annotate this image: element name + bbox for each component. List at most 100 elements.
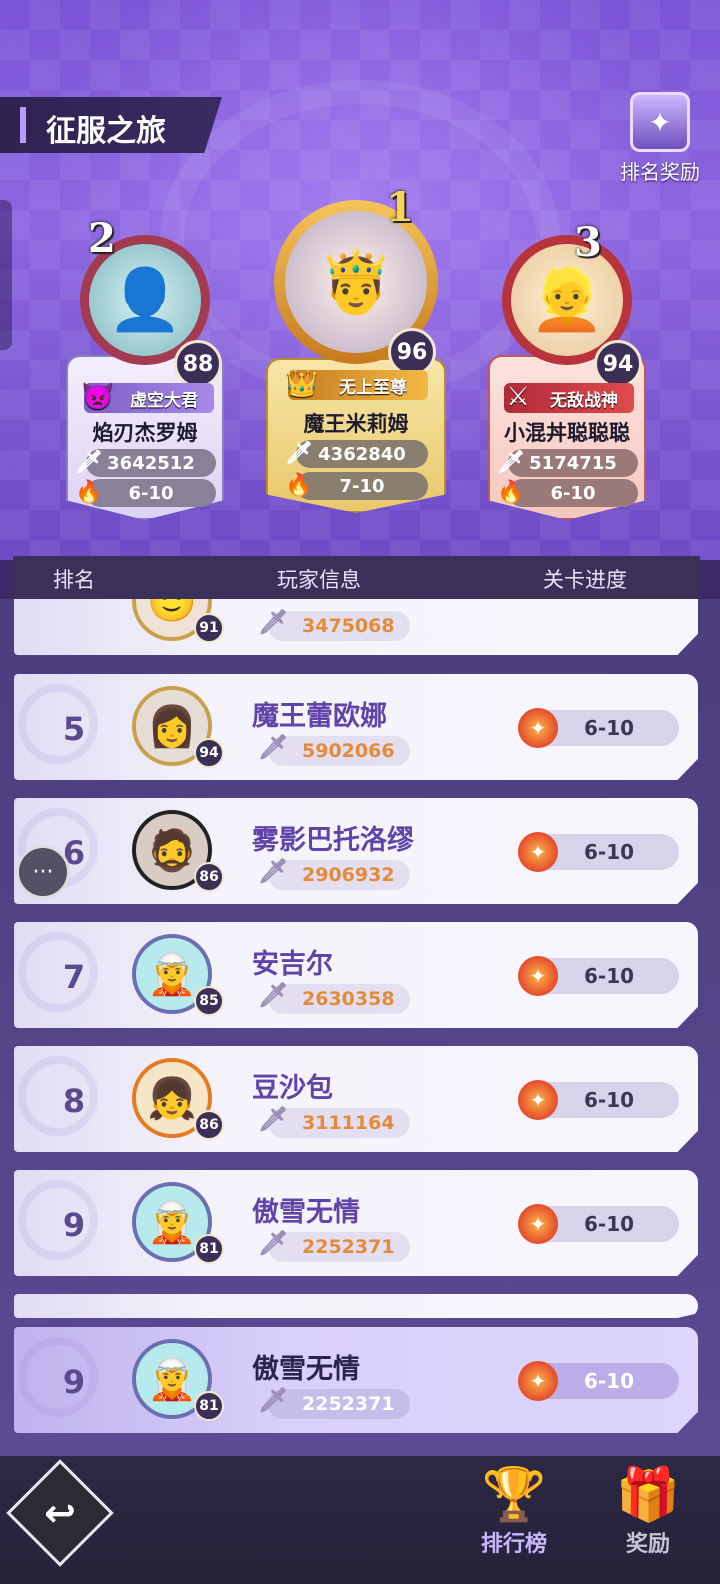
chat-icon[interactable]: ···: [16, 845, 70, 899]
level-badge: 81: [194, 1234, 224, 1264]
tab-rewards[interactable]: 🎁 奖励: [600, 1464, 696, 1558]
stage-value: 6-10: [584, 840, 635, 864]
stage-medal-icon: 🔥: [497, 479, 525, 505]
stage-pill: ✦ 6-10: [518, 1204, 679, 1244]
stage-medal-icon: ✦: [518, 1204, 558, 1244]
header-rank: 排名: [53, 568, 95, 592]
stage-value: 6-10: [550, 482, 596, 504]
sword-icon: 🗡: [75, 449, 103, 475]
rank-number: 7: [62, 958, 86, 996]
table-row[interactable]: 6 🧔 86 雾影巴托洛缪 🗡 2906932 ✦ 6-10: [14, 798, 698, 904]
my-rank-row[interactable]: 9 🧝 81 傲雪无情 🗡 2252371 ✦ 6-10: [14, 1327, 698, 1433]
player-name: 魔王米莉姆: [303, 412, 409, 436]
rank-reward-label: 排名奖励: [620, 160, 700, 184]
page-title: 征服之旅: [46, 114, 166, 149]
sword-icon: 🗡: [258, 1229, 289, 1257]
stage-pill: 🔥 6-10: [75, 479, 216, 507]
player-name: 魔王蕾欧娜: [252, 701, 387, 732]
table-row[interactable]: [14, 1294, 698, 1318]
level-badge: 88: [174, 340, 222, 388]
power-value: 5174715: [529, 452, 617, 474]
rank-number: 3: [574, 219, 602, 266]
trophy-icon: 🏆: [481, 1465, 547, 1525]
power-value: 2252371: [302, 1393, 395, 1415]
stage-value: 6-10: [584, 1369, 635, 1393]
header-player: 玩家信息: [277, 568, 361, 592]
table-row[interactable]: 7 🧝 85 安吉尔 🗡 2630358 ✦ 6-10: [14, 922, 698, 1028]
level-badge: 85: [194, 986, 224, 1016]
sword-icon: 🗡: [258, 733, 289, 761]
podium-first[interactable]: 🤴 1 96 👑 无上至尊 魔王米莉姆 🗡 4362840 🔥 7-10: [266, 168, 446, 513]
stage-pill: ✦ 6-10: [518, 832, 679, 872]
title-badge: ⚔ 无敌战神: [504, 382, 634, 413]
power-value: 2630358: [302, 988, 395, 1010]
stage-value: 6-10: [584, 964, 635, 988]
avatar: 👱: [511, 244, 623, 356]
stage-medal-icon: ✦: [518, 1361, 558, 1401]
stage-pill: ✦ 6-10: [518, 1080, 679, 1120]
stage-medal-icon: ✦: [518, 832, 558, 872]
sword-icon: 🗡: [497, 449, 525, 475]
level-badge: 94: [594, 340, 642, 388]
tab-leaderboard[interactable]: 🏆 排行榜: [466, 1464, 562, 1558]
table-row[interactable]: 9 🧝 81 傲雪无情 🗡 2252371 ✦ 6-10: [14, 1170, 698, 1276]
stage-pill: ✦ 6-10: [518, 708, 679, 748]
power-value: 2252371: [302, 1236, 395, 1258]
helmet-crest-icon: ⚔: [506, 382, 530, 412]
sword-icon: 🗡: [258, 981, 289, 1009]
power-value: 2906932: [302, 864, 395, 886]
title-text: 无上至尊: [339, 377, 407, 398]
title-text: 无敌战神: [550, 390, 618, 411]
stage-medal-icon: ✦: [518, 708, 558, 748]
table-row[interactable]: 🙂 91 🗡 3475068: [14, 599, 698, 655]
player-name: 豆沙包: [252, 1073, 333, 1104]
demon-crest-icon: 👿: [81, 382, 115, 412]
table-row[interactable]: 8 👧 86 豆沙包 🗡 3111164 ✦ 6-10: [14, 1046, 698, 1152]
power-pill: 🗡 3111164: [258, 1105, 410, 1138]
table-row[interactable]: 5 👩 94 魔王蕾欧娜 🗡 5902066 ✦ 6-10: [14, 674, 698, 780]
side-tab[interactable]: [0, 200, 12, 350]
stage-value: 6-10: [584, 1212, 635, 1236]
crown-crest-icon: 👑: [285, 369, 319, 399]
player-name: 雾影巴托洛缪: [252, 825, 414, 856]
power-pill: 🗡 4362840: [285, 440, 428, 468]
rank-number: 2: [88, 215, 116, 262]
sword-icon: 🗡: [285, 440, 313, 466]
stage-value: 6-10: [128, 482, 174, 504]
power-pill: 🗡 3475068: [258, 608, 410, 641]
header-progress: 关卡进度: [543, 568, 627, 592]
power-pill: 🗡 3642512: [75, 449, 216, 477]
table-header: 排名 玩家信息 关卡进度: [13, 556, 700, 599]
back-arrow-icon: ↩: [44, 1491, 76, 1535]
power-pill: 🗡 5174715: [497, 449, 638, 477]
tab-leaderboard-label: 排行榜: [480, 1532, 547, 1557]
stage-value: 6-10: [584, 1088, 635, 1112]
level-badge: 94: [194, 738, 224, 768]
power-value: 4362840: [318, 443, 406, 465]
stage-medal-icon: 🔥: [75, 479, 103, 505]
sword-icon: 🗡: [258, 608, 289, 636]
power-value: 5902066: [302, 740, 395, 762]
title-accent-bar: [20, 107, 26, 143]
title-badge: 👑 无上至尊: [286, 369, 428, 400]
power-pill: 🗡 2630358: [258, 981, 410, 1014]
rank-number: 5: [62, 710, 86, 748]
player-name: 小混丼聪聪聪: [504, 421, 630, 445]
podium-third[interactable]: 👱 3 94 ⚔ 无敌战神 小混丼聪聪聪 🗡 5174715 🔥 6-10: [488, 205, 646, 520]
power-pill: 🗡 2906932: [258, 857, 410, 890]
sword-icon: 🗡: [258, 1386, 289, 1414]
player-name: 傲雪无情: [252, 1197, 360, 1228]
rank-reward-button[interactable]: ✦ 排名奖励: [612, 92, 708, 192]
rank-number: 1: [386, 184, 414, 231]
power-value: 3475068: [302, 615, 395, 637]
level-badge: 91: [194, 613, 224, 643]
power-value: 3111164: [302, 1112, 395, 1134]
stage-value: 7-10: [339, 475, 385, 497]
podium-second[interactable]: 👤 2 88 👿 虚空大君 焰刃杰罗姆 🗡 3642512 🔥 6-10: [66, 205, 224, 520]
stage-pill: 🔥 6-10: [497, 479, 638, 507]
stage-medal-icon: ✦: [518, 956, 558, 996]
trophy-shield-icon: ✦: [630, 92, 690, 152]
tab-rewards-label: 奖励: [625, 1532, 670, 1557]
power-pill: 🗡 2252371: [258, 1229, 410, 1262]
stage-pill: 🔥 7-10: [285, 472, 428, 500]
